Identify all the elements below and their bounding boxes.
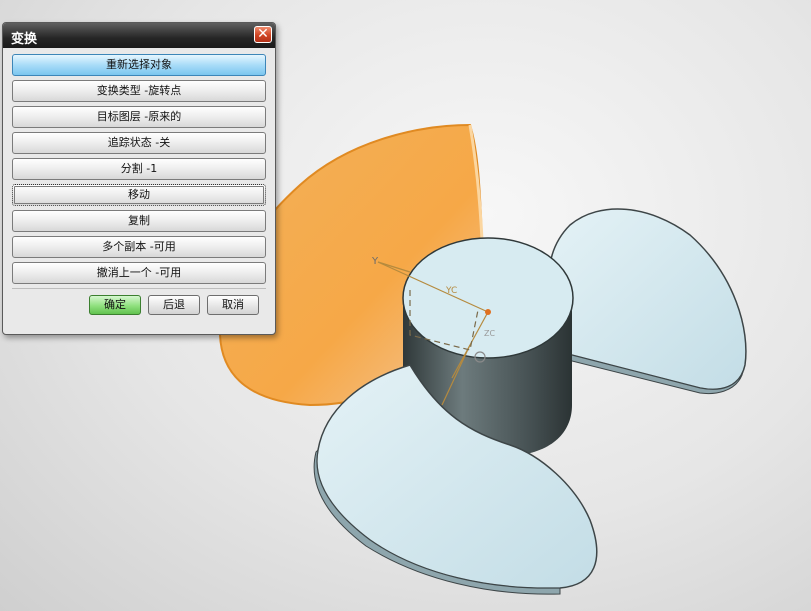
rotation-point-marker[interactable] <box>485 309 491 315</box>
undo-last-button[interactable]: 撤消上一个 -可用 <box>12 262 266 284</box>
reselect-objects-button[interactable]: 重新选择对象 <box>12 54 266 76</box>
multiple-copies-button[interactable]: 多个副本 -可用 <box>12 236 266 258</box>
close-button[interactable]: ✕ <box>254 26 272 43</box>
dialog-footer: 确定 后退 取消 <box>3 289 275 323</box>
trace-status-button[interactable]: 追踪状态 -关 <box>12 132 266 154</box>
dialog-body: 重新选择对象 变换类型 -旋转点 目标图层 -原来的 追踪状态 -关 分割 -1… <box>3 48 275 289</box>
move-button[interactable]: 移动 <box>12 184 266 206</box>
transform-type-button[interactable]: 变换类型 -旋转点 <box>12 80 266 102</box>
dialog-titlebar[interactable]: 变换 ✕ <box>3 23 275 48</box>
back-button[interactable]: 后退 <box>148 295 200 315</box>
dialog-title: 变换 <box>11 32 38 47</box>
axis-zc-label: ZC <box>484 329 495 338</box>
subdivisions-button[interactable]: 分割 -1 <box>12 158 266 180</box>
destination-layer-button[interactable]: 目标图层 -原来的 <box>12 106 266 128</box>
close-icon: ✕ <box>257 26 269 42</box>
copy-button[interactable]: 复制 <box>12 210 266 232</box>
ok-button[interactable]: 确定 <box>89 295 141 315</box>
axis-y-label: Y <box>371 256 379 267</box>
transform-dialog: 变换 ✕ 重新选择对象 变换类型 -旋转点 目标图层 -原来的 追踪状态 -关 … <box>2 22 276 335</box>
axis-yc-label: YC <box>445 286 457 296</box>
cancel-button[interactable]: 取消 <box>207 295 259 315</box>
